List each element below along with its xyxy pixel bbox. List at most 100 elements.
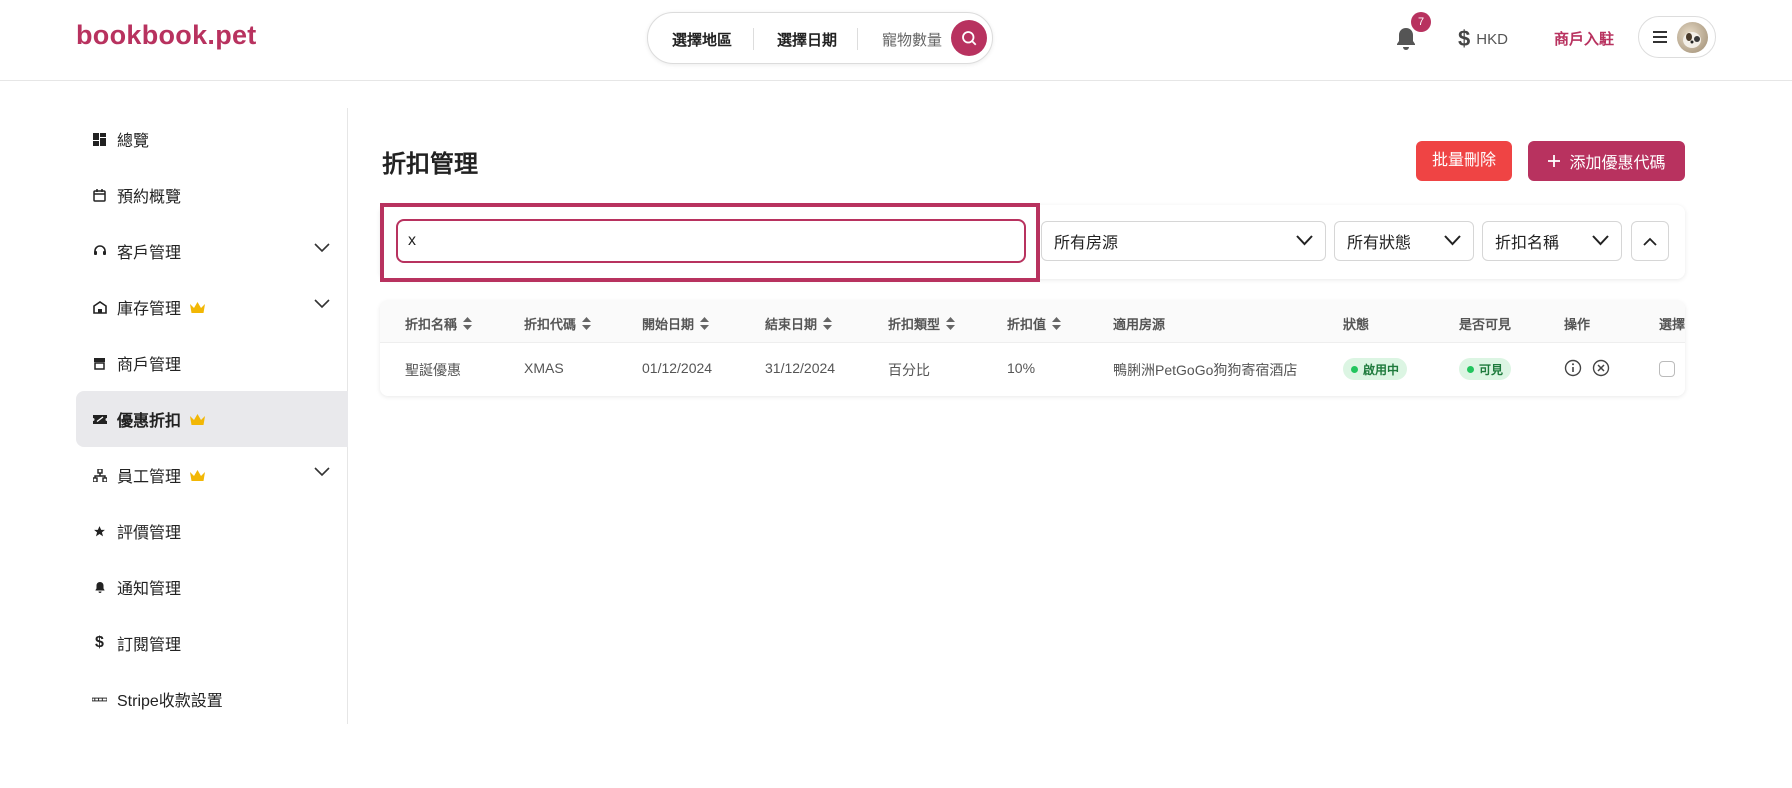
plus-icon [1548,155,1561,167]
shop-icon [92,356,107,371]
discount-table: 折扣名稱 折扣代碼 開始日期 結束日期 折扣類型 折扣值 適用房源 狀態 是否可… [380,301,1685,396]
date-selector[interactable]: 選擇日期 [777,29,837,50]
chevron-up-icon [1643,237,1657,246]
pets-count-selector[interactable]: 寵物數量 [882,29,942,50]
headset-icon [92,244,107,259]
chevron-down-icon [1592,235,1609,246]
sort-icon [700,317,710,330]
sort-icon [1052,317,1062,330]
region-selector[interactable]: 選擇地區 [672,29,732,50]
column-header-type[interactable]: 折扣類型 [888,314,956,333]
sidebar-item-customers[interactable]: 客戶管理 [76,223,348,279]
sidebar-item-overview[interactable]: 總覽 [76,111,348,167]
add-discount-code-button[interactable]: 添加優惠代碼 [1528,141,1685,181]
cell-code: XMAS [524,360,564,376]
crown-icon [190,469,206,481]
visibility-badge: 可見 [1459,358,1512,380]
sort-field-select[interactable]: 折扣名稱 [1482,221,1622,261]
chevron-down-icon[interactable] [314,467,330,477]
column-header-property: 適用房源 [1113,317,1166,332]
top-header: bookbook.pet 選擇地區 選擇日期 寵物數量 7 $ HKD 商戶入駐 [0,0,1792,81]
notification-count-badge: 7 [1411,12,1431,32]
sidebar-item-label: 通知管理 [117,581,182,598]
sidebar-item-label: 商戶管理 [117,357,182,374]
property-filter-select[interactable]: 所有房源 [1041,221,1326,261]
logo[interactable]: bookbook.pet [76,20,257,51]
sidebar-item-notifications[interactable]: 通知管理 [76,559,348,615]
hamburger-icon [1653,31,1667,43]
sidebar-item-staff[interactable]: 員工管理 [76,447,348,503]
sidebar-item-discounts[interactable]: 優惠折扣 [76,391,348,447]
info-icon[interactable] [1564,359,1582,377]
cell-name: 聖誕優惠 [405,362,461,378]
org-chart-icon [92,468,107,483]
bell-icon [92,580,107,595]
sidebar-item-reviews[interactable]: 評價管理 [76,503,348,559]
sort-direction-button[interactable] [1631,221,1669,261]
cell-type: 百分比 [888,362,930,378]
search-button[interactable] [951,20,987,56]
property-filter-value: 所有房源 [1054,235,1119,252]
column-header-visible: 是否可見 [1459,317,1512,332]
chevron-down-icon[interactable] [314,243,330,253]
dashboard-icon [92,132,107,147]
page-title: 折扣管理 [382,151,478,178]
sidebar-item-label: Stripe收款設置 [117,693,223,710]
column-header-select: 選擇 [1659,317,1685,332]
sidebar-item-bookings[interactable]: 預約概覽 [76,167,348,223]
sort-icon [463,317,473,330]
sidebar-item-label: 評價管理 [117,525,182,542]
currency-label: HKD [1476,30,1508,48]
discount-search-input[interactable] [396,219,1026,263]
column-header-end-date[interactable]: 結束日期 [765,314,833,333]
cell-end-date: 31/12/2024 [765,360,836,376]
sidebar-item-label: 優惠折扣 [117,413,182,430]
dollar-icon: $ [1458,26,1471,51]
column-header-name[interactable]: 折扣名稱 [405,314,473,333]
column-header-status: 狀態 [1343,317,1370,332]
chevron-down-icon[interactable] [314,299,330,309]
cell-value: 10% [1007,360,1036,376]
column-header-code[interactable]: 折扣代碼 [524,314,592,333]
cell-property: 鴨脷洲PetGoGo狗狗寄宿酒店 [1113,362,1298,378]
sort-icon [823,317,833,330]
sidebar-item-merchant[interactable]: 商戶管理 [76,335,348,391]
currency-selector[interactable]: $ HKD [1458,26,1508,52]
ticket-icon [92,412,107,427]
column-header-start-date[interactable]: 開始日期 [642,314,710,333]
sidebar-item-inventory[interactable]: 庫存管理 [76,279,348,335]
sidebar-item-label: 預約概覽 [117,189,182,206]
avatar [1677,22,1708,53]
column-header-actions: 操作 [1564,317,1591,332]
sidebar-item-subscription[interactable]: $ 訂閱管理 [76,615,348,671]
table-header: 折扣名稱 折扣代碼 開始日期 結束日期 折扣類型 折扣值 適用房源 狀態 是否可… [380,301,1685,343]
sort-icon [582,317,592,330]
sidebar-item-label: 庫存管理 [117,301,182,318]
sidebar-item-label: 客戶管理 [117,245,182,262]
sidebar-item-stripe[interactable]: Stripe收款設置 [76,671,348,727]
add-discount-code-label: 添加優惠代碼 [1569,155,1666,172]
calendar-icon [92,188,107,203]
column-header-value[interactable]: 折扣值 [1007,314,1062,333]
search-bar[interactable]: 選擇地區 選擇日期 寵物數量 [647,12,993,64]
search-icon [962,31,977,46]
divider [857,28,858,50]
sidebar-item-label: 員工管理 [117,469,182,486]
user-menu-button[interactable] [1638,16,1716,58]
divider [753,28,754,50]
chevron-down-icon [1444,235,1461,246]
chevron-down-icon [1296,235,1313,246]
dollar-icon: $ [95,634,104,651]
stripe-icon [92,692,107,707]
status-filter-select[interactable]: 所有狀態 [1334,221,1474,261]
sort-icon [946,317,956,330]
crown-icon [190,413,206,425]
bulk-delete-button[interactable]: 批量刪除 [1416,141,1512,181]
row-select-checkbox[interactable] [1659,361,1675,377]
status-filter-value: 所有狀態 [1347,235,1412,252]
delete-circle-icon[interactable] [1592,359,1610,377]
sidebar: 總覽 預約概覽 客戶管理 庫存管理 商戶管理 優惠折扣 員工管理 評價管理 通知… [76,108,348,724]
crown-icon [190,301,206,313]
merchant-join-link[interactable]: 商戶入駐 [1554,28,1614,49]
sidebar-item-label: 訂閱管理 [117,637,182,654]
